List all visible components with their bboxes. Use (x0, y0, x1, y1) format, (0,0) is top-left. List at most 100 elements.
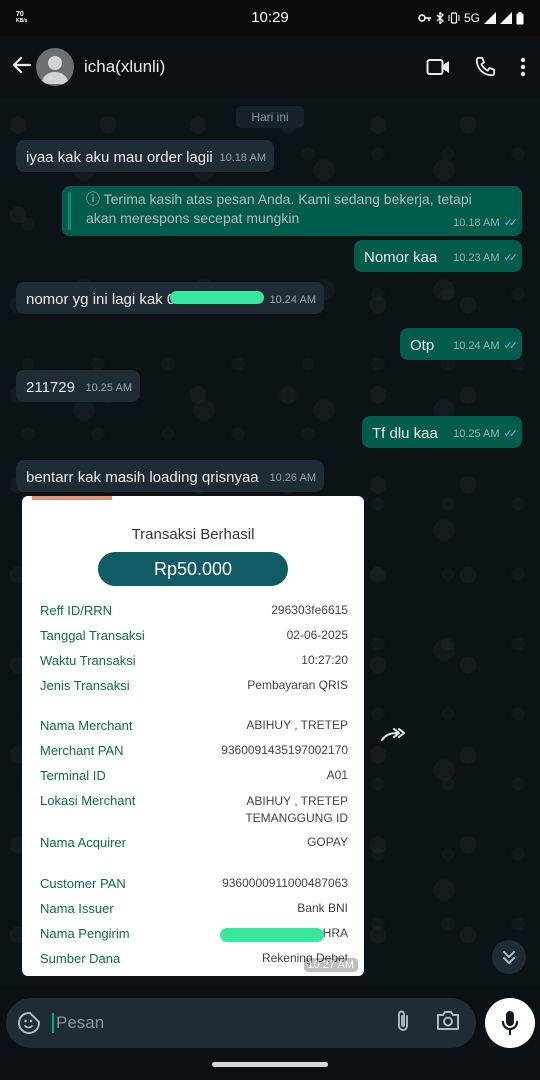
receipt-label: Customer PAN (40, 876, 126, 891)
message-time: 10.18 AM (219, 152, 266, 164)
receipt-value: ABIHUY , TRETEP (246, 794, 348, 808)
back-arrow-icon (12, 55, 32, 80)
avatar[interactable] (36, 48, 74, 86)
receipt-row: Terminal ID A01 (40, 768, 348, 783)
message-time: 10.24 AM (453, 340, 500, 352)
sticker-icon (18, 1012, 40, 1034)
redaction-mark (170, 291, 264, 304)
receipt-label: Nama Merchant (40, 718, 133, 733)
receipt-value-line2: TEMANGGUNG ID (245, 811, 348, 825)
receipt-label: Merchant PAN (40, 743, 124, 758)
message-text: iyaa kak aku mau order lagii (26, 149, 213, 166)
message-text: Nomor kaa (364, 249, 438, 266)
scroll-to-bottom-button[interactable] (492, 940, 526, 974)
receipt-label: Nama Acquirer (40, 835, 126, 850)
receipt-row: Reff ID/RRN 296303fe6615 (40, 603, 348, 618)
receipt-row: Sumber Dana Rekening Debet (40, 951, 348, 966)
receipt-row: Customer PAN 9360000911000487063 (40, 876, 348, 891)
receipt-row: Nama Merchant ABIHUY , TRETEP (40, 718, 348, 733)
message-time: 10.24 AM (269, 294, 316, 306)
receipt-row: Merchant PAN 9360091435197002170 (40, 743, 348, 758)
voice-message-button[interactable] (485, 998, 535, 1048)
message-text: bentarr kak masih loading qrisnyaa (26, 469, 259, 486)
forward-icon[interactable] (380, 726, 406, 751)
message-meta: 10.18 AM ✓✓ (453, 213, 519, 233)
receipt-row: Nama Issuer Bank BNI (40, 901, 348, 916)
receipt-logo-strip (32, 496, 112, 500)
double-chevron-down-icon (503, 951, 515, 965)
more-options-icon[interactable] (520, 57, 526, 77)
receipt-image[interactable]: Transaksi Berhasil Rp50.000 Reff ID/RRN … (22, 496, 364, 976)
attach-icon[interactable] (394, 1009, 412, 1038)
receipt-row: Waktu Transaksi 10:27:20 (40, 653, 348, 668)
sticker-button[interactable] (6, 1011, 52, 1035)
message-outgoing[interactable]: ⓘ Terima kasih atas pesan Anda. Kami sed… (62, 186, 522, 236)
contact-name[interactable]: icha(xlunli) (84, 57, 426, 77)
default-avatar-icon (41, 56, 69, 84)
quote-bar (68, 192, 71, 230)
chat-area[interactable]: Hari ini iyaa kak aku mau order lagii 10… (0, 98, 540, 986)
receipt-value: Bank BNI (297, 901, 348, 915)
receipt-row: Tanggal Transaksi 02-06-2025 (40, 628, 348, 643)
receipt-label: Jenis Transaksi (40, 678, 130, 693)
receipt-label: Tanggal Transaksi (40, 628, 145, 643)
receipt-label: Nama Issuer (40, 901, 114, 916)
message-text: 211729 (26, 379, 75, 396)
phone-icon[interactable] (474, 56, 496, 78)
receipt-value: 02-06-2025 (286, 628, 348, 642)
receipt-label: Terminal ID (40, 768, 106, 783)
home-indicator[interactable] (212, 1062, 328, 1067)
receipt-amount: Rp50.000 (98, 552, 288, 586)
receipt-value: GOPAY (307, 835, 348, 849)
status-bar: 70 KB/s 10:29 5G (0, 0, 540, 36)
camera-icon[interactable] (436, 1009, 460, 1038)
status-time: 10:29 (251, 9, 289, 26)
receipt-value: HRA (322, 926, 348, 940)
receipt-row: Nama Acquirer GOPAY (40, 835, 348, 850)
receipt-value: A01 (326, 768, 348, 782)
message-time: 10.25 AM (85, 382, 132, 394)
chat-header: icha(xlunli) (0, 36, 540, 98)
receipt-row: Lokasi Merchant ABIHUY , TRETEP TEMANGGU… (40, 793, 348, 827)
receipt-value-multiline: ABIHUY , TRETEP TEMANGGUNG ID (245, 793, 348, 827)
message-time: 10.23 AM (453, 252, 500, 264)
message-text: ⓘ Terima kasih atas pesan Anda. Kami sed… (86, 191, 472, 226)
video-call-icon[interactable] (426, 58, 450, 76)
receipt-value: 296303fe6615 (271, 603, 348, 617)
double-check-icon: ✓✓ (503, 217, 519, 229)
double-check-icon: ✓✓ (503, 252, 519, 264)
message-outgoing[interactable]: Otp 10.24 AM ✓✓ (400, 328, 522, 360)
message-meta: 10.24 AM ✓✓ (453, 336, 519, 356)
message-time: 10.25 AM (453, 428, 500, 440)
message-outgoing[interactable]: Nomor kaa 10.23 AM ✓✓ (354, 240, 522, 272)
receipt-value: 9360000911000487063 (222, 876, 348, 890)
receipt-value: 9360091435197002170 (221, 743, 348, 757)
message-incoming[interactable]: iyaa kak aku mau order lagii 10.18 AM (16, 140, 274, 172)
message-time: 10.18 AM (453, 217, 500, 229)
redaction-mark (220, 928, 324, 942)
message-incoming[interactable]: bentarr kak masih loading qrisnyaa 10.26… (16, 460, 324, 492)
message-time: 10.27 AM (303, 958, 358, 972)
message-compose-bar (6, 998, 476, 1048)
receipt-value: ABIHUY , TRETEP (246, 718, 348, 732)
double-check-icon: ✓✓ (503, 428, 519, 440)
message-meta: 10.25 AM ✓✓ (453, 424, 519, 444)
message-text: nomor yg ini lagi kak 08 (26, 291, 184, 308)
message-outgoing[interactable]: Tf dlu kaa 10.25 AM ✓✓ (362, 416, 522, 448)
message-meta: 10.23 AM ✓✓ (453, 248, 519, 268)
receipt-label: Lokasi Merchant (40, 793, 136, 808)
message-incoming[interactable]: 211729 10.25 AM (16, 370, 140, 402)
receipt-label: Sumber Dana (40, 951, 121, 966)
message-time: 10.26 AM (269, 472, 316, 484)
receipt-label: Nama Pengirim (40, 926, 130, 941)
date-chip: Hari ini (236, 106, 304, 128)
message-text: Otp (410, 337, 435, 354)
receipt-value: 10:27:20 (301, 653, 348, 667)
back-button[interactable] (4, 36, 40, 98)
message-text: Tf dlu kaa (372, 425, 438, 442)
double-check-icon: ✓✓ (503, 340, 519, 352)
microphone-icon (501, 1011, 519, 1036)
message-input[interactable] (52, 1013, 394, 1033)
receipt-label: Waktu Transaksi (40, 653, 136, 668)
receipt-label: Reff ID/RRN (40, 603, 112, 618)
